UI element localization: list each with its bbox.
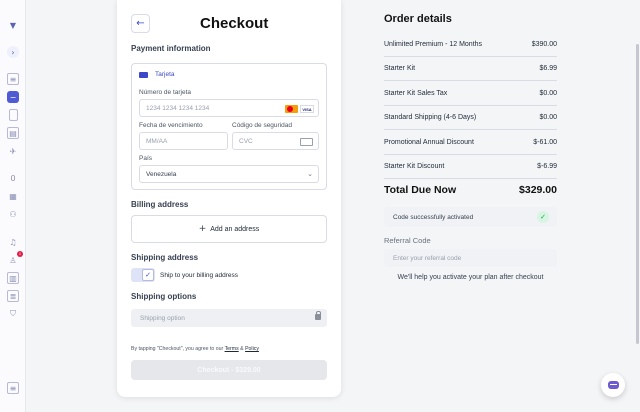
cvc-input[interactable]: CVC: [232, 132, 319, 150]
line-item-name: Standard Shipping (4-6 Days): [384, 114, 477, 121]
cvc-label: Código de seguridad: [232, 122, 292, 129]
visa-icon: VISA: [300, 105, 314, 113]
grid-icon[interactable]: ▤: [7, 127, 19, 139]
add-icon[interactable]: −: [7, 91, 19, 103]
notification-badge: 1: [17, 251, 23, 257]
credit-card-icon: [139, 71, 148, 78]
total-label: Total Due Now: [384, 184, 457, 196]
terms-prefix: By tapping "Checkout", you agree to our: [131, 346, 224, 352]
order-line-item: Unlimited Premium - 12 Months $390.00: [384, 33, 557, 57]
terms-text: By tapping "Checkout", you agree to our …: [131, 346, 259, 352]
order-line-item: Promotional Annual Discount $-61.00: [384, 131, 557, 155]
payment-form: Tarjeta Número de tarjeta 1234 1234 1234…: [131, 63, 327, 190]
terms-link[interactable]: Terms: [225, 346, 239, 352]
cvc-placeholder: CVC: [239, 137, 253, 145]
ship-to-billing-toggle[interactable]: ✓ Ship to your billing address: [131, 268, 238, 282]
zero-icon[interactable]: 0: [7, 172, 19, 184]
shipping-options-heading: Shipping options: [131, 292, 197, 301]
card-number-placeholder: 1234 1234 1234 1234: [146, 104, 210, 112]
plus-icon: +: [198, 224, 207, 234]
billing-heading: Billing address: [131, 200, 189, 209]
plane-icon[interactable]: ✈: [7, 145, 19, 157]
code-status-text: Code successfully activated: [393, 213, 474, 221]
line-item-name: Unlimited Premium - 12 Months: [384, 41, 483, 48]
total-row: Total Due Now $329.00: [384, 184, 557, 196]
line-item-name: Promotional Annual Discount: [384, 139, 474, 146]
order-line-item: Standard Shipping (4-6 Days) $0.00: [384, 106, 557, 130]
payment-info-heading: Payment information: [131, 44, 211, 53]
order-details-title: Order details: [384, 13, 452, 25]
order-line-item: Starter Kit $6.99: [384, 57, 557, 81]
line-item-price: $0.00: [539, 114, 557, 121]
checkout-card: ← Checkout Payment information Tarjeta N…: [117, 0, 341, 397]
book-icon[interactable]: ▥: [7, 272, 19, 284]
apps-icon[interactable]: ▦: [7, 190, 19, 202]
card-number-input[interactable]: 1234 1234 1234 1234 VISA: [139, 99, 319, 117]
logo-icon[interactable]: ▼: [7, 19, 19, 31]
tab-card-label: Tarjeta: [155, 71, 175, 78]
referral-label: Referral Code: [384, 236, 431, 245]
order-line-item: Starter Kit Discount $-6.99: [384, 155, 557, 179]
card-number-label: Número de tarjeta: [139, 89, 192, 96]
page-title: Checkout: [200, 15, 269, 32]
expiry-label: Fecha de vencimiento: [139, 122, 203, 129]
cvc-card-icon: [300, 138, 313, 146]
line-item-name: Starter Kit Discount: [384, 163, 445, 170]
scrollbar[interactable]: [635, 0, 640, 412]
expiry-input[interactable]: MM/AA: [139, 132, 228, 150]
phone-icon[interactable]: [9, 109, 18, 121]
terms-and: &: [240, 346, 244, 352]
ship-to-billing-label: Ship to your billing address: [160, 271, 239, 279]
line-item-name: Starter Kit: [384, 65, 416, 72]
users-icon[interactable]: ⚇: [7, 208, 19, 220]
line-item-price: $-61.00: [533, 139, 557, 146]
shipping-heading: Shipping address: [131, 253, 199, 262]
shipping-option-select[interactable]: Shipping option: [131, 309, 327, 327]
back-button[interactable]: ←: [131, 14, 150, 33]
check-circle-icon: ✓: [537, 211, 549, 223]
shipping-option-placeholder: Shipping option: [140, 314, 185, 322]
expiry-placeholder: MM/AA: [146, 137, 168, 145]
scrollbar-thumb[interactable]: [636, 44, 639, 344]
total-value: $329.00: [519, 184, 557, 196]
line-item-price: $390.00: [531, 41, 557, 48]
checkout-button[interactable]: Checkout - $329.00: [131, 360, 327, 380]
file-icon[interactable]: ≡: [7, 382, 19, 394]
expand-icon[interactable]: ›: [7, 46, 19, 58]
line-item-price: $0.00: [539, 90, 557, 97]
chevron-down-icon: ⌄: [307, 170, 313, 178]
line-item-name: Starter Kit Sales Tax: [384, 90, 448, 97]
toggle-switch[interactable]: ✓: [131, 268, 155, 282]
lock-icon: [315, 311, 321, 320]
country-value: Venezuela: [146, 170, 177, 178]
order-line-item: Starter Kit Sales Tax $0.00: [384, 82, 557, 106]
document-icon[interactable]: ≡: [7, 73, 19, 85]
arrow-left-icon: ←: [136, 18, 145, 29]
chat-list-icon[interactable]: ≣: [7, 290, 19, 302]
add-address-button[interactable]: + Add an address: [131, 215, 327, 243]
sidebar-rail: ▼ › ≡ − ▤ ✈ 0 ▦ ⚇ ♫ ♙ 1 ▥ ≣ ⛉ ≡: [0, 0, 26, 412]
code-status-banner: Code successfully activated ✓: [384, 207, 557, 227]
line-item-price: $-6.99: [537, 163, 557, 170]
bell-icon[interactable]: ♫: [7, 236, 19, 248]
line-item-price: $6.99: [539, 65, 557, 72]
chat-icon: [607, 381, 619, 389]
referral-code-input[interactable]: [384, 249, 557, 267]
policy-link[interactable]: Policy: [245, 346, 259, 352]
help-text: We'll help you activate your plan after …: [397, 274, 544, 281]
check-icon: ✓: [142, 269, 154, 281]
country-select[interactable]: Venezuela ⌄: [139, 165, 319, 183]
country-label: País: [139, 155, 153, 162]
tab-card[interactable]: Tarjeta: [139, 71, 175, 78]
add-address-label: Add an address: [210, 225, 260, 233]
chat-button[interactable]: [601, 373, 625, 397]
shield-icon[interactable]: ⛉: [7, 308, 19, 320]
mastercard-icon: [285, 105, 298, 113]
